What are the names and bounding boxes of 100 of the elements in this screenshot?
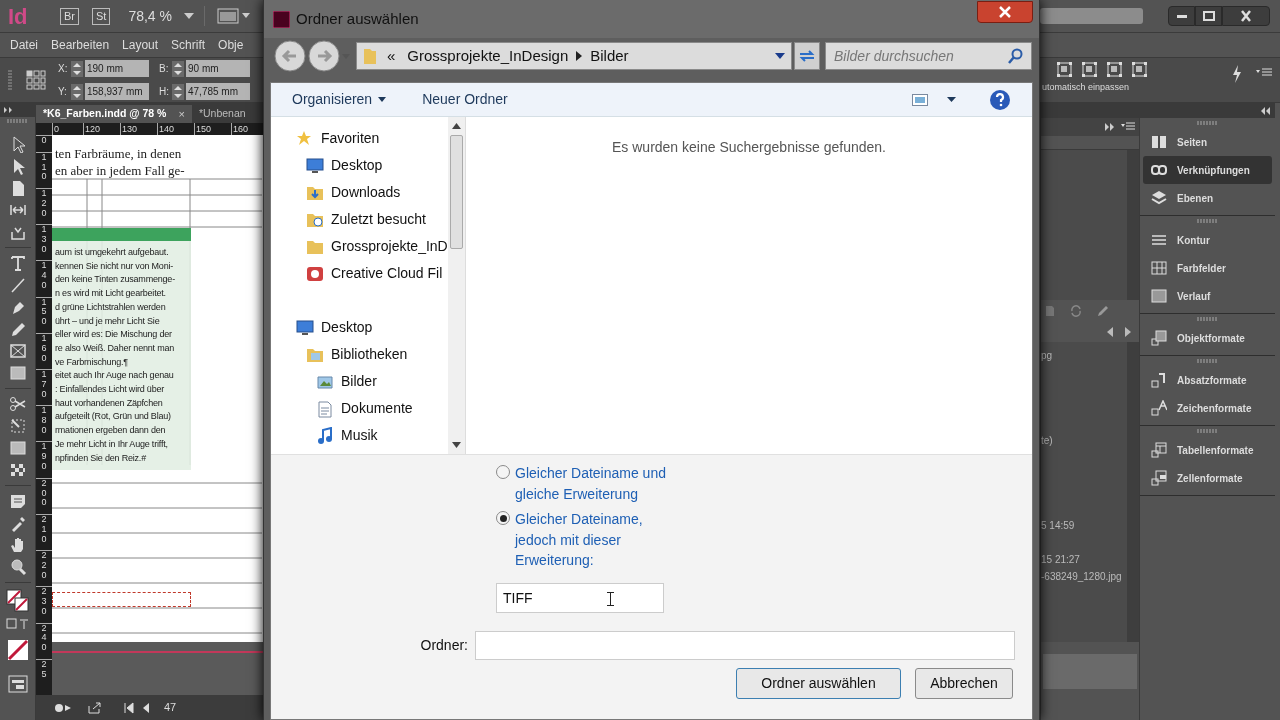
view-icon[interactable]: [912, 93, 928, 106]
export-icon[interactable]: [88, 701, 102, 714]
dialog-button[interactable]: Abbrechen: [915, 667, 1013, 699]
first-page-icon[interactable]: [124, 701, 134, 714]
organize-button[interactable]: Organisieren: [292, 89, 387, 110]
grip-icon[interactable]: [8, 70, 12, 90]
back-button[interactable]: [274, 40, 306, 72]
navigation-item[interactable]: Grossprojekte_InD: [271, 233, 448, 260]
panel-tab[interactable]: Zellenformate: [1143, 464, 1272, 492]
tab-close-button[interactable]: ×: [178, 105, 185, 123]
chevron-icon[interactable]: [576, 51, 583, 61]
spinner-icon[interactable]: [71, 60, 83, 77]
lightning-icon[interactable]: [1232, 65, 1242, 83]
value-field[interactable]: 158,937 mm: [85, 83, 149, 100]
grip-icon[interactable]: [1196, 429, 1219, 433]
page-number-field[interactable]: 47: [164, 699, 177, 716]
navigation-item[interactable]: Zuletzt besucht: [271, 206, 448, 233]
caret-icon[interactable]: [775, 53, 785, 59]
panel-menu-icon[interactable]: [1121, 122, 1135, 132]
menu-item[interactable]: Datei: [10, 36, 38, 54]
folder-field[interactable]: [475, 630, 1015, 660]
breadcrumb-item[interactable]: Bilder: [590, 44, 629, 68]
navigation-item[interactable]: Favoriten: [271, 125, 448, 152]
stock-button[interactable]: St: [92, 7, 111, 25]
panel-menu-icon[interactable]: [1256, 68, 1272, 78]
format-icons[interactable]: [5, 618, 30, 630]
line-tool-icon[interactable]: [8, 276, 27, 294]
minimize-button[interactable]: [1168, 6, 1195, 26]
navigation-item[interactable]: Bibliotheken: [271, 341, 448, 368]
address-bar[interactable]: « Grossprojekte_InDesign Bilder: [356, 42, 792, 70]
panel-tab[interactable]: Verknüpfungen: [1143, 156, 1272, 184]
fill-stroke-icon[interactable]: [5, 589, 30, 613]
spinner-icon[interactable]: [71, 83, 83, 100]
spinner-icon[interactable]: [172, 60, 184, 77]
value-field[interactable]: 47,785 mm: [186, 83, 250, 100]
dialog-button[interactable]: Ordner auswählen: [736, 667, 901, 699]
value-field[interactable]: 190 mm: [85, 60, 149, 77]
caret-icon[interactable]: [184, 13, 194, 19]
navigation-item[interactable]: Bilder: [271, 368, 448, 395]
navigation-item[interactable]: Downloads: [271, 179, 448, 206]
preflight-icon[interactable]: [54, 701, 72, 714]
search-icon[interactable]: [1008, 48, 1024, 64]
breadcrumb-item[interactable]: Grossprojekte_InDesign: [407, 44, 569, 68]
value-field[interactable]: 90 mm: [186, 60, 250, 77]
collapse-icon[interactable]: [4, 107, 14, 113]
extension-field[interactable]: TIFF: [496, 582, 664, 613]
search-icon[interactable]: [8, 558, 27, 576]
menu-item[interactable]: Layout: [122, 36, 159, 54]
spinner-icon[interactable]: [172, 83, 184, 100]
bridge-button[interactable]: Br: [60, 7, 79, 25]
collapse-icon[interactable]: [1261, 106, 1271, 115]
navigation-item[interactable]: Desktop: [271, 314, 448, 341]
maximize-button[interactable]: [1195, 6, 1222, 26]
scrollbar[interactable]: [1127, 150, 1139, 300]
radio-button[interactable]: [496, 465, 510, 479]
zoom-level[interactable]: 78,4 %: [128, 5, 172, 27]
forward-button[interactable]: [308, 40, 340, 72]
panel-tab[interactable]: Farbfelder: [1143, 254, 1272, 282]
type-tool-icon[interactable]: [8, 254, 27, 272]
document-tab[interactable]: *K6_Farben.indd @ 78 % ×: [36, 105, 192, 123]
next-icon[interactable]: [1125, 327, 1131, 337]
panel-tab[interactable]: Absatzformate: [1143, 366, 1272, 394]
reference-point-icon[interactable]: [26, 70, 46, 90]
search-field[interactable]: Bilder durchsuchen: [825, 42, 1032, 70]
grip-icon[interactable]: [1196, 359, 1219, 363]
grip-icon[interactable]: [1196, 219, 1219, 223]
gradient-swatch-icon[interactable]: [8, 439, 27, 457]
help-icon[interactable]: [989, 88, 1011, 111]
checker-icon[interactable]: [8, 461, 27, 479]
grip-icon[interactable]: [1196, 121, 1219, 125]
grip-icon[interactable]: [6, 119, 29, 123]
panel-tab[interactable]: Zeichenformate: [1143, 394, 1272, 422]
no-color-icon[interactable]: [6, 639, 29, 661]
radio-button[interactable]: [496, 511, 510, 525]
panel-tab[interactable]: Ebenen: [1143, 184, 1272, 212]
navigation-item[interactable]: Musik: [271, 422, 448, 449]
fitting-frame-icon[interactable]: [1081, 61, 1098, 78]
close-button[interactable]: [1222, 6, 1270, 26]
close-button[interactable]: [977, 1, 1033, 23]
menu-item[interactable]: Schrift: [171, 36, 206, 54]
document-tab[interactable]: *Unbenan: [191, 105, 253, 123]
fitting-frame-icon[interactable]: [1106, 61, 1123, 78]
menu-item[interactable]: Obje: [218, 36, 244, 54]
previous-icon[interactable]: [1107, 327, 1113, 337]
screen-mode-icon[interactable]: [217, 8, 251, 24]
free-transform-icon[interactable]: [8, 417, 27, 435]
scrollbar[interactable]: [448, 117, 466, 454]
navigation-item[interactable]: Desktop: [271, 152, 448, 179]
navigation-item[interactable]: Dokumente: [271, 395, 448, 422]
scroll-down-icon[interactable]: [452, 442, 461, 448]
previous-page-icon[interactable]: [142, 701, 150, 714]
panel-tab[interactable]: Seiten: [1143, 128, 1272, 156]
new-folder-button[interactable]: Neuer Ordner: [422, 89, 508, 110]
scissors-icon[interactable]: [8, 395, 27, 413]
menu-item[interactable]: Bearbeiten: [51, 36, 110, 54]
path-overflow-button[interactable]: «: [387, 44, 396, 68]
search-field[interactable]: [1040, 8, 1143, 24]
expand-icon[interactable]: [1105, 123, 1115, 131]
fitting-frame-icon[interactable]: [1131, 61, 1148, 78]
fitting-frame-icon[interactable]: [1056, 61, 1073, 78]
